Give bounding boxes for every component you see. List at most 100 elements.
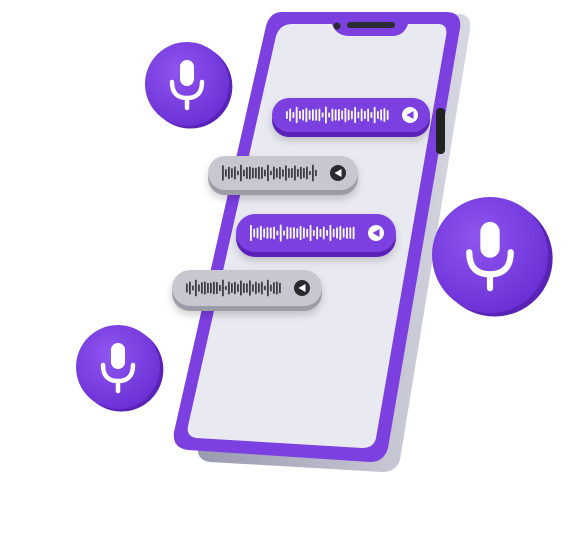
waveform-bar [295, 106, 298, 124]
waveform-bar [189, 281, 191, 295]
waveform-bar [283, 230, 285, 236]
waveform-bar [261, 281, 263, 295]
waveform-bar [279, 224, 282, 242]
waveform-bar [255, 281, 257, 295]
voice-message-3[interactable] [236, 214, 396, 257]
waveform-bar [339, 225, 342, 241]
waveform-bar [198, 284, 200, 292]
mic-button-top-left[interactable] [145, 42, 233, 129]
voice-message-4[interactable] [172, 270, 322, 311]
waveform-bar [312, 109, 314, 121]
waveform-bar [306, 228, 309, 238]
waveform-bar [289, 227, 292, 239]
waveform-bar [246, 283, 248, 293]
waveform-bar [264, 169, 266, 177]
waveform-bar [316, 226, 319, 240]
waveform-bar [237, 283, 239, 293]
waveform-bar [250, 224, 252, 242]
waveform-bar [243, 282, 245, 294]
waveform-bar [222, 165, 224, 181]
waveform-bar [325, 106, 327, 124]
waveform-bar [377, 110, 379, 120]
waveform-bar [252, 167, 254, 179]
waveform-bar [331, 108, 334, 122]
waveform-bar [192, 285, 194, 291]
waveform-bar [347, 109, 350, 121]
waveform-bar [231, 168, 233, 178]
waveform-bar [231, 282, 233, 294]
play-triangle-icon[interactable] [330, 165, 346, 181]
side-button[interactable] [436, 108, 445, 154]
waveform-bar [380, 109, 383, 121]
waveform-bar [269, 227, 272, 239]
waveform-bar [338, 109, 340, 121]
waveform-bar [259, 225, 262, 241]
voice-message-2[interactable] [208, 156, 358, 195]
play-triangle-icon[interactable] [368, 225, 384, 241]
waveform-bar [237, 170, 239, 176]
waveform-bar [321, 112, 324, 118]
waveform-bar [263, 228, 266, 238]
waveform-bar [329, 224, 332, 242]
play-triangle-icon[interactable] [294, 280, 310, 296]
front-camera [333, 22, 341, 30]
waveform-bar [344, 107, 347, 123]
waveform-bar [296, 228, 299, 238]
waveform-bar [279, 282, 281, 294]
waveform-bar [370, 112, 373, 118]
waveform-bar [255, 167, 257, 179]
waveform-bar [360, 108, 363, 122]
waveform-bar [342, 228, 345, 238]
waveform-bar [258, 283, 260, 293]
waveform-bar [357, 111, 360, 119]
waveform-bar [299, 110, 301, 120]
waveform-bar [319, 228, 322, 238]
waveform-bar [234, 281, 236, 295]
waveform-bar [286, 226, 289, 240]
mic-button-right[interactable] [432, 197, 553, 317]
mic-button-bottom-left[interactable] [76, 325, 164, 412]
waveform-bar [312, 164, 314, 182]
voice-message-1[interactable] [272, 98, 430, 137]
waveform-bar [312, 229, 315, 237]
waveform-bar [336, 227, 338, 239]
waveform-bar [367, 108, 370, 122]
waveform-bar [341, 110, 344, 120]
waveform-bar [349, 227, 352, 239]
waveform-bar [225, 285, 227, 291]
waveform-bar [270, 284, 272, 292]
speaker-grill [347, 22, 395, 28]
waveform-bar [266, 227, 269, 239]
waveform-bar [309, 170, 311, 176]
waveform-bar [240, 164, 242, 182]
waveform-bar [305, 107, 308, 123]
waveform-bar [201, 282, 203, 294]
waveform-bar [282, 169, 284, 177]
waveform-bar [273, 166, 275, 180]
waveform-bar [300, 166, 302, 180]
waveform-bar [186, 283, 188, 293]
waveform-bar [279, 166, 281, 180]
waveform-bar [276, 230, 279, 236]
waveform-bar [240, 280, 242, 296]
waveform-bar [270, 170, 272, 176]
waveform-bar [315, 169, 317, 177]
waveform-bar [308, 110, 311, 120]
waveform-bar [294, 165, 296, 181]
waveform-bar [256, 227, 259, 239]
waveform-bar [309, 224, 312, 242]
waveform-bar [213, 281, 215, 295]
waveform-bar [364, 110, 366, 120]
waveform-bar [276, 281, 278, 295]
waveform-bar [303, 227, 305, 239]
waveform-bar [315, 109, 318, 121]
waveform-bar [286, 111, 288, 119]
waveform-bar [318, 108, 321, 122]
waveform-bar [291, 167, 293, 179]
play-triangle-icon[interactable] [402, 107, 418, 123]
waveform-bar [346, 227, 348, 239]
waveform-bar [326, 229, 328, 237]
waveform-bar [288, 168, 290, 178]
waveform-bar [352, 226, 355, 240]
waveform-bar [210, 282, 212, 294]
